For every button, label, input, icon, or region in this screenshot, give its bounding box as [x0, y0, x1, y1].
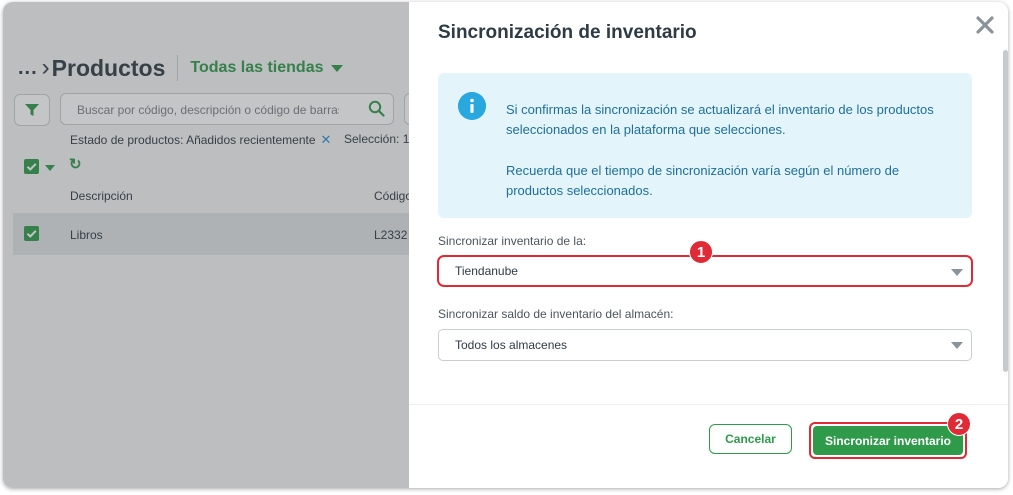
warehouse-select-value: Todos los almacenes — [455, 338, 568, 352]
info-icon — [458, 92, 486, 120]
step-marker-1: 1 — [689, 240, 713, 264]
modal-title: Sincronización de inventario — [438, 22, 697, 43]
app-window: ... › Productos Todas las tiendas Estado… — [3, 2, 1008, 488]
step-marker-2: 2 — [947, 412, 971, 436]
info-text-time: Recuerda que el tiempo de sincronización… — [506, 163, 900, 198]
caret-down-icon — [951, 269, 963, 276]
cancel-button[interactable]: Cancelar — [709, 424, 792, 454]
caret-down-icon — [951, 342, 963, 349]
sync-inventory-button[interactable]: Sincronizar inventario — [813, 426, 963, 455]
platform-select-label: Sincronizar inventario de la: — [438, 234, 587, 248]
info-box: Si confirmas la sincronización se actual… — [438, 73, 972, 218]
modal-backdrop[interactable] — [3, 2, 409, 488]
warehouse-select[interactable]: Todos los almacenes — [438, 329, 972, 361]
warehouse-select-label: Sincronizar saldo de inventario del alma… — [438, 307, 674, 321]
info-text-confirm: Si confirmas la sincronización se actual… — [506, 102, 934, 137]
scrollbar-thumb[interactable] — [1003, 50, 1008, 372]
footer-divider — [409, 404, 1008, 405]
products-page: ... › Productos Todas las tiendas Estado… — [3, 2, 426, 488]
sync-button-highlight: Sincronizar inventario — [809, 422, 967, 459]
platform-select-value: Tiendanube — [455, 264, 518, 278]
modal-scrollbar[interactable] — [1002, 50, 1008, 372]
close-icon[interactable] — [975, 15, 995, 35]
